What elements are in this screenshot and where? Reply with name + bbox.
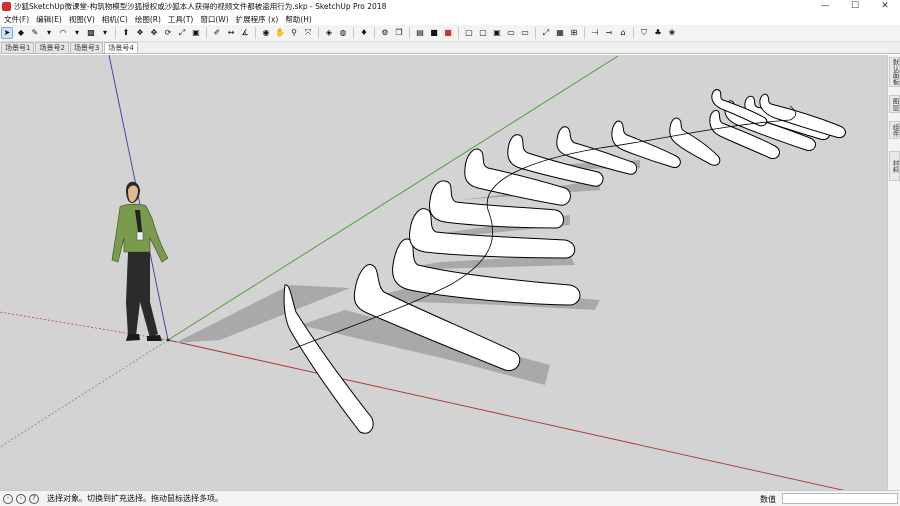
wireframe-icon[interactable]: ▦ (554, 27, 566, 39)
shape-tool-button[interactable]: ▩ (85, 27, 97, 39)
toolbar-separator (584, 27, 585, 39)
zoom-tool-button[interactable]: ⚲ (288, 27, 300, 39)
close-button[interactable]: ✕ (870, 0, 900, 13)
credits-icon[interactable]: ◦ (16, 493, 26, 504)
extension-warehouse-icon[interactable]: ◍ (337, 27, 349, 39)
toolbar-separator (374, 27, 375, 39)
section-display-icon[interactable]: ⊸ (603, 27, 615, 39)
scene-tab-2[interactable]: 场景号2 (35, 42, 69, 53)
sandbox-icon[interactable]: ♣ (652, 27, 664, 39)
scene-tab-4[interactable]: 场景号4 (104, 42, 138, 53)
offset-tool-button[interactable]: ▣ (190, 27, 202, 39)
move-tool-button[interactable]: ✥ (148, 27, 160, 39)
orbit-tool-button[interactable]: ◉ (260, 27, 272, 39)
menu-draw[interactable]: 绘图(R) (135, 14, 161, 25)
minimize-button[interactable]: — (810, 0, 840, 13)
status-message: 选择对象。切换到扩充选择。拖动鼠标选择多项。 (47, 494, 223, 503)
toolbar-separator (633, 27, 634, 39)
hidden-line-icon[interactable]: ⊞ (568, 27, 580, 39)
tape-measure-tool-button[interactable]: ✐ (211, 27, 223, 39)
sketchup-app-icon (2, 2, 11, 11)
toolbar-separator (206, 27, 207, 39)
iso-view-icon[interactable]: ▢ (463, 27, 475, 39)
toolbar-separator (409, 27, 410, 39)
main-toolbar: ➤ ◆ ✎ ▾ ◠ ▾ ▩ ▾ ⬆ ❖ ✥ ⟳ ⤢ ▣ ✐ ↔ ∡ ◉ ✋ ⚲ ⤧ ◈ ◍ ♦ ⚙ ❒ ▤ ■ ■ ▢ ▢ ▣ ▭ ▭ ⤢ ▦ ⊞ ⊣ ⊸ ⌂… (0, 25, 900, 42)
geo-location-icon[interactable]: ◦ (3, 493, 13, 504)
toolbar-separator (535, 27, 536, 39)
tray-tab-components[interactable]: 组件 (889, 121, 900, 139)
zoom-extents-tool-button[interactable]: ⤧ (302, 27, 314, 39)
arc-tool-button[interactable]: ◠ (57, 27, 69, 39)
scale-tool-button[interactable]: ⤢ (176, 27, 188, 39)
tray-tab-materials[interactable]: 材料 (889, 151, 900, 181)
sketchup-red-icon[interactable]: ■ (442, 27, 454, 39)
maximize-button[interactable]: ☐ (840, 0, 870, 13)
section-plane-icon[interactable]: ⊣ (589, 27, 601, 39)
scene-drawing (0, 55, 846, 490)
layout-icon[interactable]: ▤ (414, 27, 426, 39)
eraser-tool-button[interactable]: ◆ (15, 27, 27, 39)
line-dropdown-button[interactable]: ▾ (43, 27, 55, 39)
menu-edit[interactable]: 编辑(E) (36, 14, 62, 25)
shield-icon[interactable]: ⛉ (638, 27, 650, 39)
line-tool-button[interactable]: ✎ (29, 27, 41, 39)
protractor-tool-button[interactable]: ∡ (239, 27, 251, 39)
toolbar-separator (318, 27, 319, 39)
menu-extensions[interactable]: 扩展程序 (x) (236, 14, 279, 25)
push-pull-tool-button[interactable]: ⬆ (120, 27, 132, 39)
ruby-icon[interactable]: ♦ (358, 27, 370, 39)
menu-window[interactable]: 窗口(W) (200, 14, 228, 25)
scene-tabs-bar: 场景号1 场景号2 场景号3 场景号4 (0, 42, 900, 54)
measurements-label: 数值 (760, 495, 776, 504)
help-icon[interactable]: ? (29, 493, 39, 504)
person-figure (111, 181, 169, 341)
origin-point (166, 338, 170, 342)
settings-icon[interactable]: ⚙ (379, 27, 391, 39)
scene-tab-1[interactable]: 场景号1 (1, 42, 35, 53)
toolbar-separator (115, 27, 116, 39)
toolbar-separator (458, 27, 459, 39)
arc-dropdown-button[interactable]: ▾ (71, 27, 83, 39)
terrain-icon[interactable]: ❀ (666, 27, 678, 39)
measurements-input[interactable] (782, 493, 898, 504)
select-tool-button[interactable]: ➤ (1, 27, 13, 39)
menu-file[interactable]: 文件(F) (4, 14, 29, 25)
green-axis-dashed (0, 339, 169, 448)
section-fill-icon[interactable]: ⌂ (617, 27, 629, 39)
status-bar: ◦ ◦ ? 选择对象。切换到扩充选择。拖动鼠标选择多项。 数值 (0, 490, 900, 506)
menu-camera[interactable]: 相机(C) (102, 14, 128, 25)
toolbar-separator (255, 27, 256, 39)
shape-dropdown-button[interactable]: ▾ (99, 27, 111, 39)
default-tray-panel: 默认面板 图层 组件 材料 (887, 55, 900, 490)
tray-tab-default[interactable]: 默认面板 (889, 57, 900, 87)
back-view-icon[interactable]: ▭ (519, 27, 531, 39)
window-title: 沙狐SketchUp微课堂-构筑物模型沙狐授权或沙狐本人获得的视频文件都被盗用行… (14, 2, 387, 11)
menu-tools[interactable]: 工具(T) (168, 14, 193, 25)
dimension-tool-button[interactable]: ↔ (225, 27, 237, 39)
tray-tab-layers[interactable]: 图层 (889, 95, 900, 113)
follow-me-tool-button[interactable]: ❖ (134, 27, 146, 39)
red-axis-dashed (0, 311, 169, 341)
menu-view[interactable]: 视图(V) (69, 14, 95, 25)
scene-tab-3[interactable]: 场景号3 (69, 42, 104, 53)
warehouse-icon[interactable]: ◈ (323, 27, 335, 39)
toolbar-separator (353, 27, 354, 39)
x-ray-icon[interactable]: ⤢ (540, 27, 552, 39)
top-view-icon[interactable]: ▢ (477, 27, 489, 39)
menu-help[interactable]: 帮助(H) (285, 14, 312, 25)
pan-tool-button[interactable]: ✋ (274, 27, 286, 39)
style-builder-icon[interactable]: ■ (428, 27, 440, 39)
components-icon[interactable]: ❒ (393, 27, 405, 39)
title-bar: 沙狐SketchUp微课堂-构筑物模型沙狐授权或沙狐本人获得的视频文件都被盗用行… (0, 0, 900, 13)
modeling-viewport[interactable] (0, 55, 887, 490)
right-view-icon[interactable]: ▭ (505, 27, 517, 39)
rotate-tool-button[interactable]: ⟳ (162, 27, 174, 39)
front-view-icon[interactable]: ▣ (491, 27, 503, 39)
menu-bar: 文件(F) 编辑(E) 视图(V) 相机(C) 绘图(R) 工具(T) 窗口(W… (0, 13, 900, 25)
